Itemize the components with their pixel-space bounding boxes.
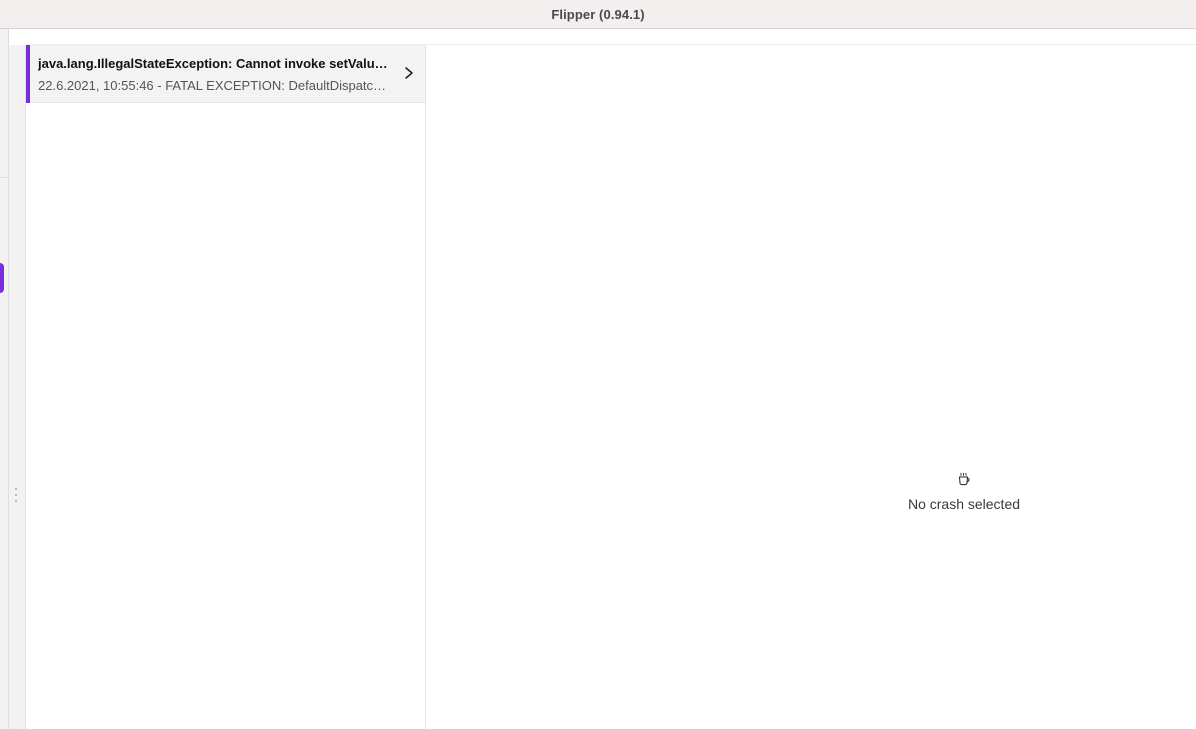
crash-detail-pane xyxy=(426,45,1196,729)
chevron-right-icon[interactable] xyxy=(402,65,416,81)
crash-list-pane: java.lang.IllegalStateException: Cannot … xyxy=(26,45,426,729)
content-header-strip xyxy=(26,29,1196,45)
empty-state xyxy=(426,472,1196,522)
title-bar: Flipper (0.94.1) xyxy=(0,0,1196,29)
active-plugin-indicator[interactable] xyxy=(0,263,4,293)
selected-row-indicator xyxy=(26,45,30,103)
window-title: Flipper (0.94.1) xyxy=(551,6,645,22)
empty-state-content: No crash selected xyxy=(864,472,1064,512)
coffee-icon xyxy=(959,472,970,486)
crash-list-item[interactable]: java.lang.IllegalStateException: Cannot … xyxy=(26,45,425,103)
rail-divider xyxy=(0,177,9,178)
drag-handle-icon[interactable] xyxy=(15,488,18,502)
crash-title: java.lang.IllegalStateException: Cannot … xyxy=(38,56,394,71)
flipper-window: Flipper (0.94.1) java.lang.IllegalStateE… xyxy=(0,0,1196,729)
empty-state-message: No crash selected xyxy=(907,496,1021,512)
crash-subtitle: 22.6.2021, 10:55:46 - FATAL EXCEPTION: D… xyxy=(38,78,390,93)
sidebar-resize-gutter[interactable] xyxy=(9,29,26,729)
left-navigation-rail xyxy=(0,29,9,729)
gutter-header-blank xyxy=(9,29,26,45)
